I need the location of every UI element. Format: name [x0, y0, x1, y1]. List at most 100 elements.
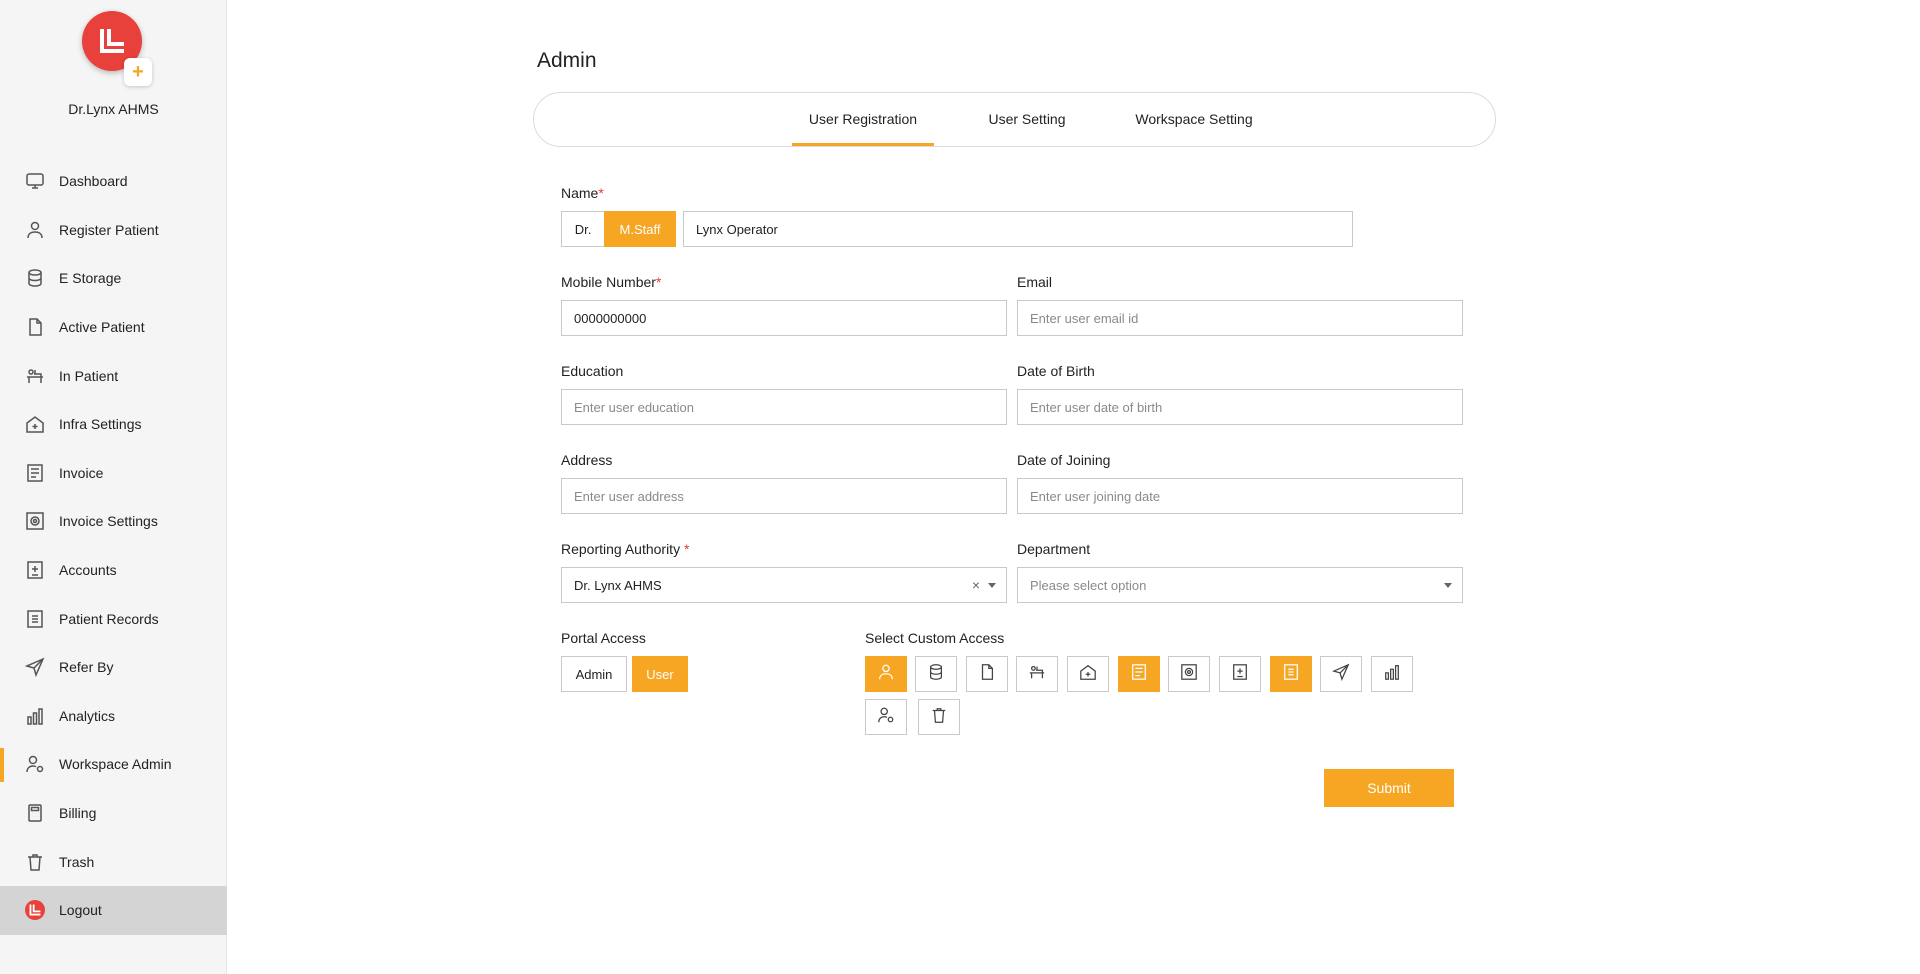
- title-dr-toggle[interactable]: Dr.: [561, 211, 605, 247]
- file-icon: [24, 316, 46, 338]
- sidebar-item-label: Infra Settings: [59, 416, 142, 433]
- access-patient-records[interactable]: [1270, 656, 1312, 692]
- mobile-label: Mobile Number*: [561, 274, 661, 290]
- sidebar-item-label: Register Patient: [59, 221, 159, 238]
- sidebar-item-label: Logout: [59, 902, 102, 919]
- sidebar-item-trash[interactable]: Trash: [0, 837, 227, 886]
- reporting-authority-value: Dr. Lynx AHMS: [574, 577, 662, 593]
- sidebar-item-label: Workspace Admin: [59, 756, 172, 773]
- doj-input[interactable]: Enter user joining date: [1017, 478, 1463, 514]
- trash-icon: [24, 851, 46, 873]
- sidebar-item-label: Billing: [59, 805, 97, 822]
- logout-logo-icon: [24, 899, 46, 921]
- clear-selection-icon[interactable]: ×: [972, 577, 980, 593]
- sidebar-item-e-storage[interactable]: E Storage: [0, 254, 227, 303]
- email-label: Email: [1017, 274, 1053, 290]
- sidebar-item-label: Active Patient: [59, 319, 145, 336]
- sidebar-item-patient-records[interactable]: Patient Records: [0, 594, 227, 643]
- sidebar: + Dr.Lynx AHMS Dashboard Register Patien…: [0, 0, 227, 974]
- access-active-patient[interactable]: [966, 656, 1008, 692]
- department-select[interactable]: Please select option: [1017, 567, 1463, 603]
- access-invoice[interactable]: [1118, 656, 1160, 692]
- sidebar-item-label: E Storage: [59, 270, 122, 287]
- sidebar-item-in-patient[interactable]: In Patient: [0, 351, 227, 400]
- accounts-icon: [1231, 663, 1249, 686]
- access-trash[interactable]: [918, 699, 960, 735]
- file-icon: [978, 663, 996, 686]
- education-input[interactable]: Enter user education: [561, 389, 1007, 425]
- required-mark: *: [598, 185, 604, 201]
- bed-icon: [24, 365, 46, 387]
- sidebar-item-label: Analytics: [59, 707, 116, 724]
- add-photo-button[interactable]: +: [124, 58, 152, 86]
- sidebar-item-label: Patient Records: [59, 610, 159, 627]
- portal-user-toggle[interactable]: User: [632, 656, 688, 692]
- sidebar-item-refer-by[interactable]: Refer By: [0, 643, 227, 692]
- sidebar-item-analytics[interactable]: Analytics: [0, 692, 227, 741]
- mobile-input[interactable]: 0000000000: [561, 300, 1007, 336]
- user-icon: [24, 219, 46, 241]
- sidebar-item-label: Accounts: [59, 562, 117, 579]
- send-icon: [24, 656, 46, 678]
- sidebar-item-dashboard[interactable]: Dashboard: [0, 157, 227, 206]
- portal-admin-toggle[interactable]: Admin: [561, 656, 627, 692]
- dob-label: Date of Birth: [1017, 363, 1095, 379]
- invoice-icon: [24, 462, 46, 484]
- home-plus-icon: [1079, 663, 1097, 686]
- reporting-authority-select[interactable]: Dr. Lynx AHMS ×: [561, 567, 1007, 603]
- sidebar-item-label: Trash: [59, 853, 95, 870]
- required-mark: *: [655, 274, 662, 290]
- department-label: Department: [1017, 541, 1091, 557]
- sidebar-item-register-patient[interactable]: Register Patient: [0, 206, 227, 255]
- doj-label: Date of Joining: [1017, 452, 1111, 468]
- invoice-icon: [1130, 663, 1148, 686]
- database-icon: [24, 267, 46, 289]
- sidebar-item-label: Invoice: [59, 464, 104, 481]
- access-register-patient[interactable]: [865, 656, 907, 692]
- sidebar-item-infra-settings[interactable]: Infra Settings: [0, 400, 227, 449]
- tab-bar: User Registration User Setting Workspace…: [533, 92, 1496, 147]
- reporting-label: Reporting Authority *: [561, 541, 689, 557]
- tab-workspace-setting[interactable]: Workspace Setting: [1119, 93, 1269, 146]
- access-invoice-settings[interactable]: [1168, 656, 1210, 692]
- tab-user-registration[interactable]: User Registration: [792, 93, 934, 146]
- access-workspace-admin[interactable]: [865, 699, 907, 735]
- sidebar-item-logout[interactable]: Logout: [0, 885, 227, 935]
- chevron-down-icon[interactable]: [1444, 583, 1452, 588]
- user-settings-icon: [877, 706, 895, 729]
- trash-icon: [930, 706, 948, 729]
- access-refer-by[interactable]: [1320, 656, 1362, 692]
- bed-icon: [1028, 663, 1046, 686]
- access-e-storage[interactable]: [915, 656, 957, 692]
- email-input[interactable]: Enter user email id: [1017, 300, 1463, 336]
- user-icon: [877, 663, 895, 686]
- sidebar-item-invoice-settings[interactable]: Invoice Settings: [0, 497, 227, 546]
- profile-logo[interactable]: +: [82, 11, 152, 86]
- home-plus-icon: [24, 413, 46, 435]
- sidebar-item-billing[interactable]: Billing: [0, 789, 227, 838]
- sidebar-nav: Dashboard Register Patient E Storage Act…: [0, 157, 227, 935]
- sidebar-item-label: Refer By: [59, 659, 114, 676]
- dob-input[interactable]: Enter user date of birth: [1017, 389, 1463, 425]
- sidebar-item-workspace-admin[interactable]: Workspace Admin: [0, 740, 227, 789]
- access-in-patient[interactable]: [1016, 656, 1058, 692]
- name-label: Name*: [561, 185, 604, 201]
- sidebar-item-active-patient[interactable]: Active Patient: [0, 303, 227, 352]
- bar-chart-icon: [24, 705, 46, 727]
- tab-user-setting[interactable]: User Setting: [971, 93, 1083, 146]
- access-accounts[interactable]: [1219, 656, 1261, 692]
- database-icon: [927, 663, 945, 686]
- page-title: Admin: [537, 49, 597, 72]
- custom-access-label: Select Custom Access: [865, 630, 1005, 646]
- monitor-icon: [24, 170, 46, 192]
- sidebar-item-invoice[interactable]: Invoice: [0, 449, 227, 498]
- settings-box-icon: [24, 510, 46, 532]
- name-input[interactable]: Lynx Operator: [683, 211, 1353, 247]
- access-infra-settings[interactable]: [1067, 656, 1109, 692]
- title-mstaff-toggle[interactable]: M.Staff: [604, 211, 676, 247]
- submit-button[interactable]: Submit: [1324, 769, 1454, 807]
- chevron-down-icon[interactable]: [988, 583, 996, 588]
- address-input[interactable]: Enter user address: [561, 478, 1007, 514]
- access-analytics[interactable]: [1371, 656, 1413, 692]
- sidebar-item-accounts[interactable]: Accounts: [0, 546, 227, 595]
